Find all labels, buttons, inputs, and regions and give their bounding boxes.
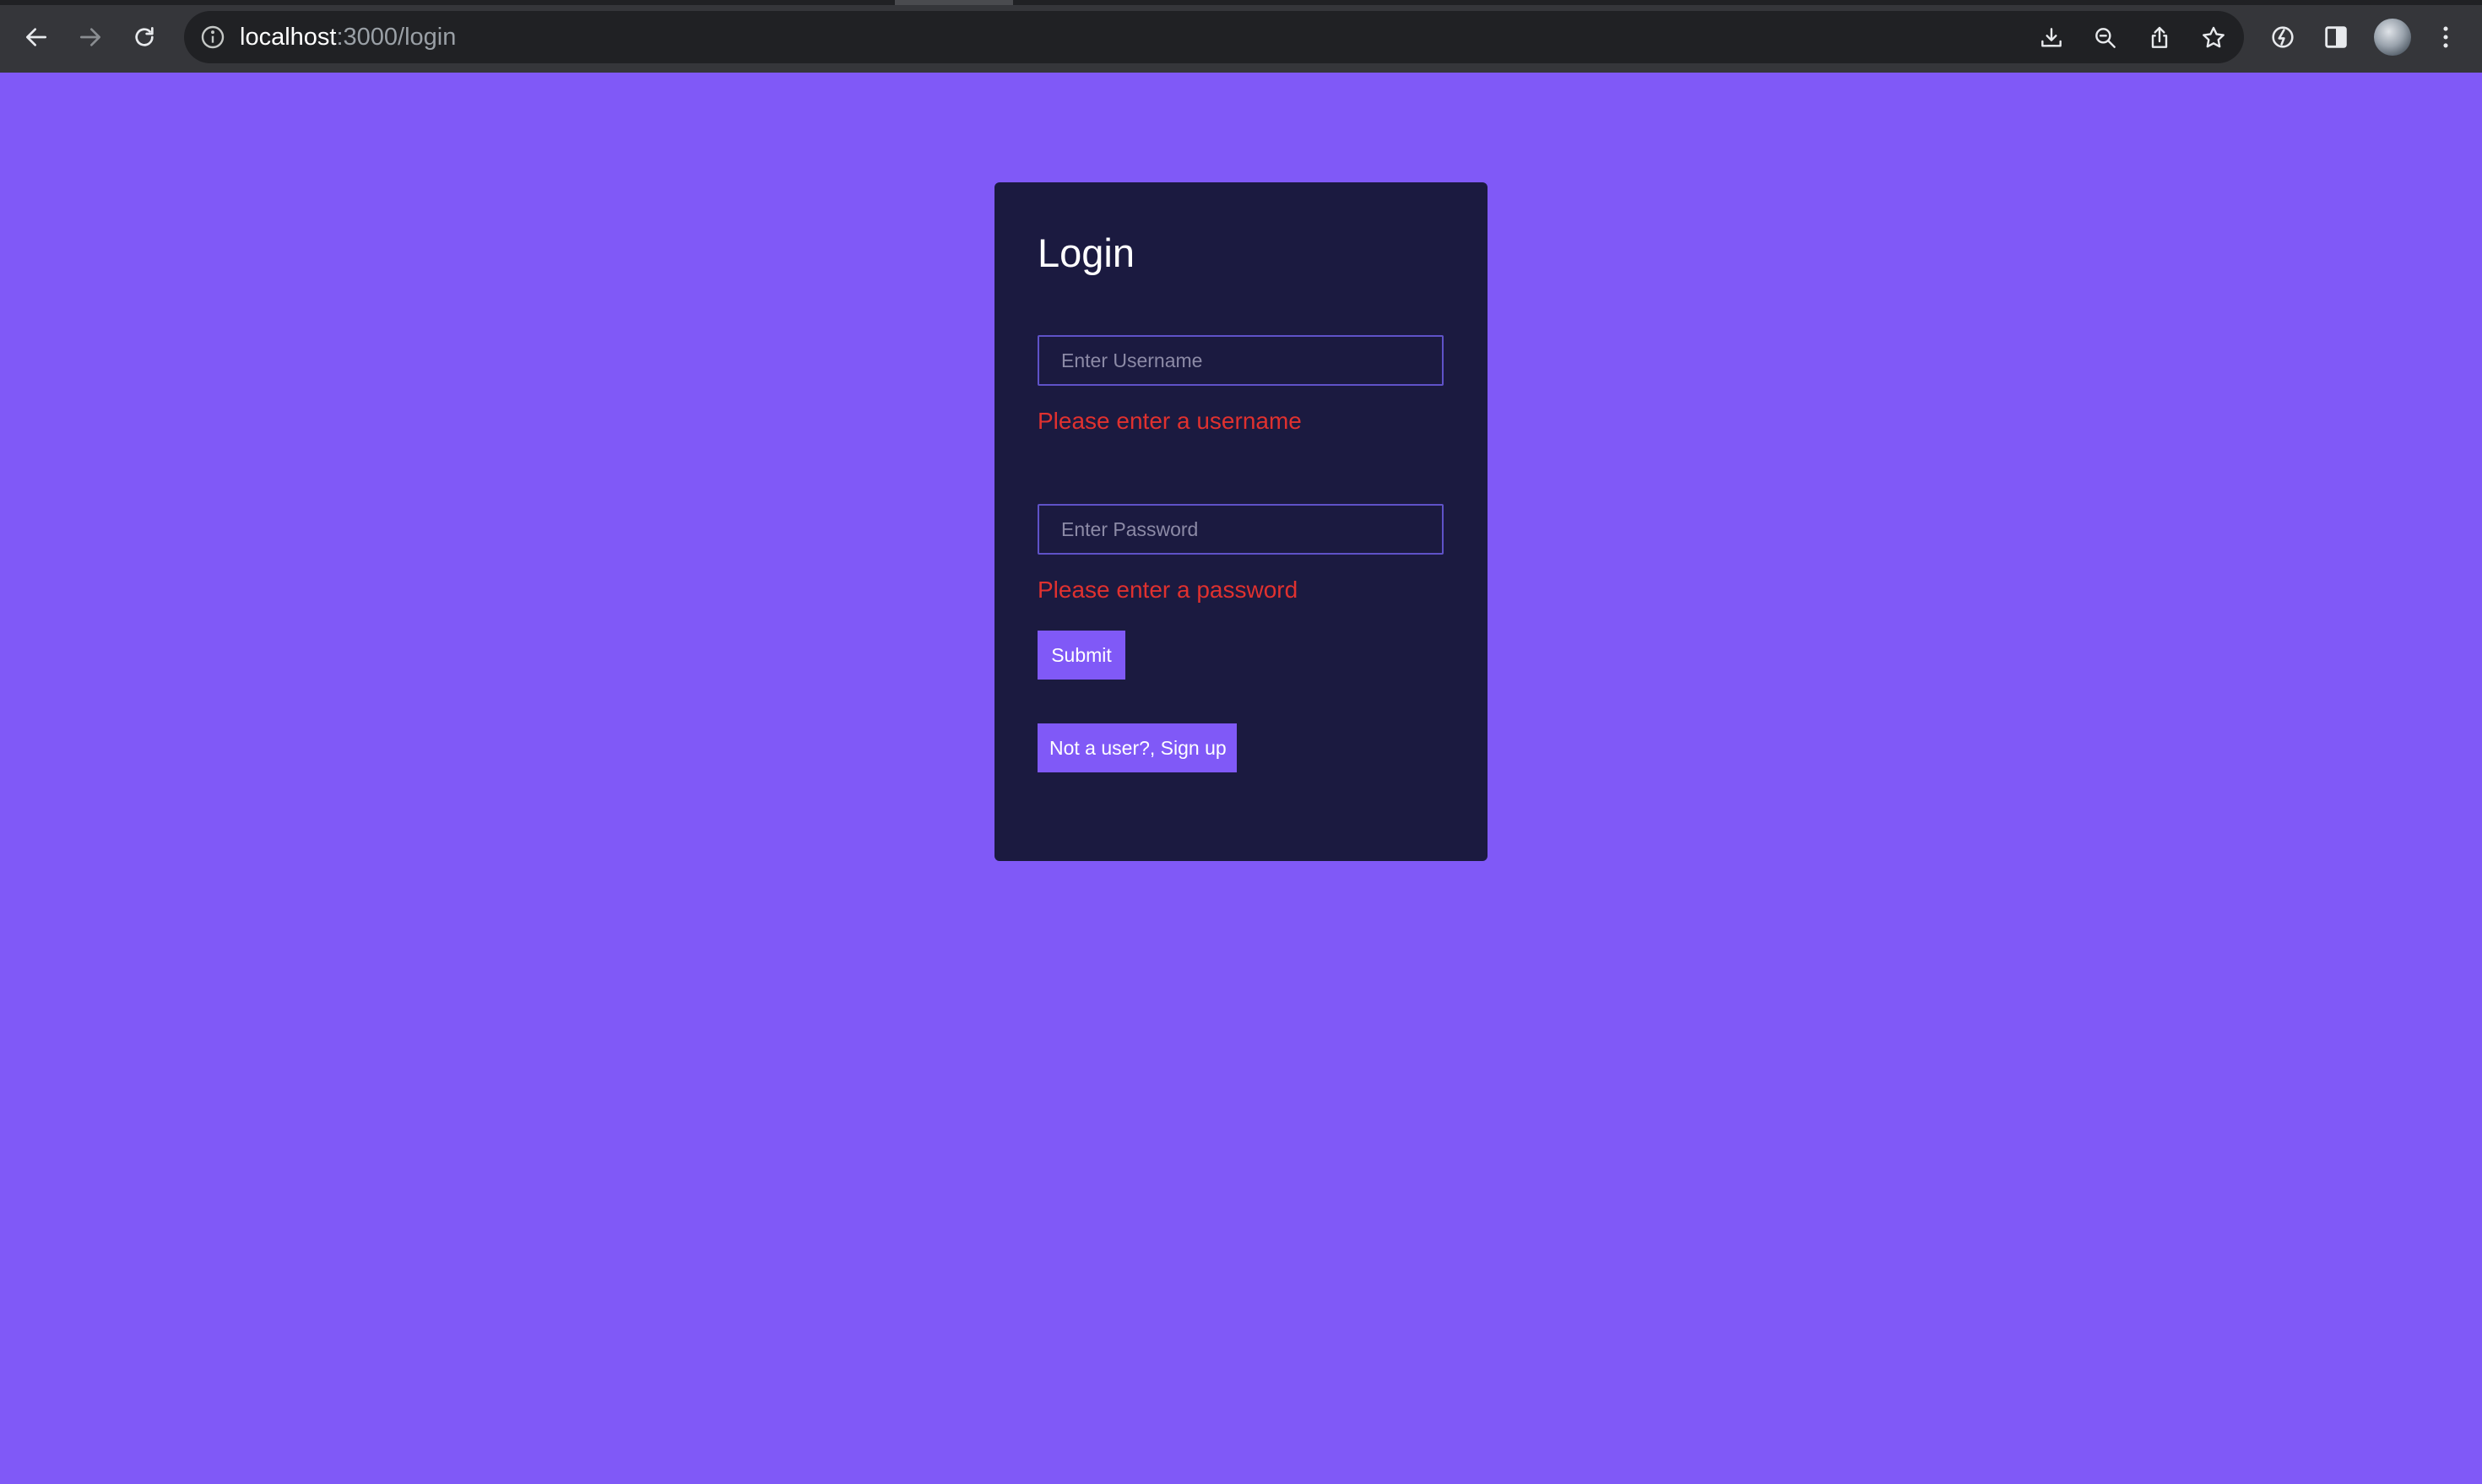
browser-menu-button[interactable]: [2429, 20, 2463, 54]
tab-strip: [0, 0, 2482, 5]
share-button[interactable]: [2144, 23, 2175, 53]
reload-icon: [135, 27, 154, 46]
submit-button[interactable]: Submit: [1038, 631, 1125, 680]
install-app-icon: [2041, 28, 2062, 47]
profile-avatar[interactable]: [2374, 19, 2411, 56]
url-host: localhost: [240, 24, 337, 51]
install-app-button[interactable]: [2036, 23, 2067, 53]
page-title: Login: [1038, 230, 1135, 275]
password-error: Please enter a password: [1038, 577, 1298, 603]
side-panel-icon: [2325, 26, 2347, 48]
active-tab-indicator: [895, 0, 1013, 5]
kebab-menu-icon: [2443, 26, 2448, 48]
address-bar[interactable]: localhost:3000/login: [184, 11, 2244, 63]
bookmark-button[interactable]: [2198, 23, 2229, 53]
info-icon[interactable]: [199, 24, 226, 51]
login-card: Login Please enter a username Please ent…: [994, 182, 1488, 861]
share-icon: [2151, 26, 2168, 48]
password-input[interactable]: [1038, 504, 1444, 555]
url-path: :3000/login: [336, 24, 457, 51]
star-icon: [2203, 26, 2225, 48]
username-input[interactable]: [1038, 335, 1444, 386]
zoom-button[interactable]: [2090, 23, 2121, 53]
signup-button[interactable]: Not a user?, Sign up: [1038, 723, 1237, 772]
browser-toolbar: localhost:3000/login: [0, 0, 2482, 73]
reload-button[interactable]: [126, 19, 163, 56]
extensions-button[interactable]: [2266, 20, 2300, 54]
forward-button[interactable]: [72, 19, 109, 56]
arrow-left-icon: [26, 28, 46, 46]
back-button[interactable]: [18, 19, 55, 56]
url-text[interactable]: localhost:3000/login: [240, 23, 456, 51]
extension-icon: [2272, 26, 2294, 48]
username-error: Please enter a username: [1038, 408, 1302, 434]
arrow-right-icon: [80, 28, 100, 46]
side-panel-button[interactable]: [2319, 20, 2353, 54]
zoom-icon: [2095, 28, 2116, 48]
